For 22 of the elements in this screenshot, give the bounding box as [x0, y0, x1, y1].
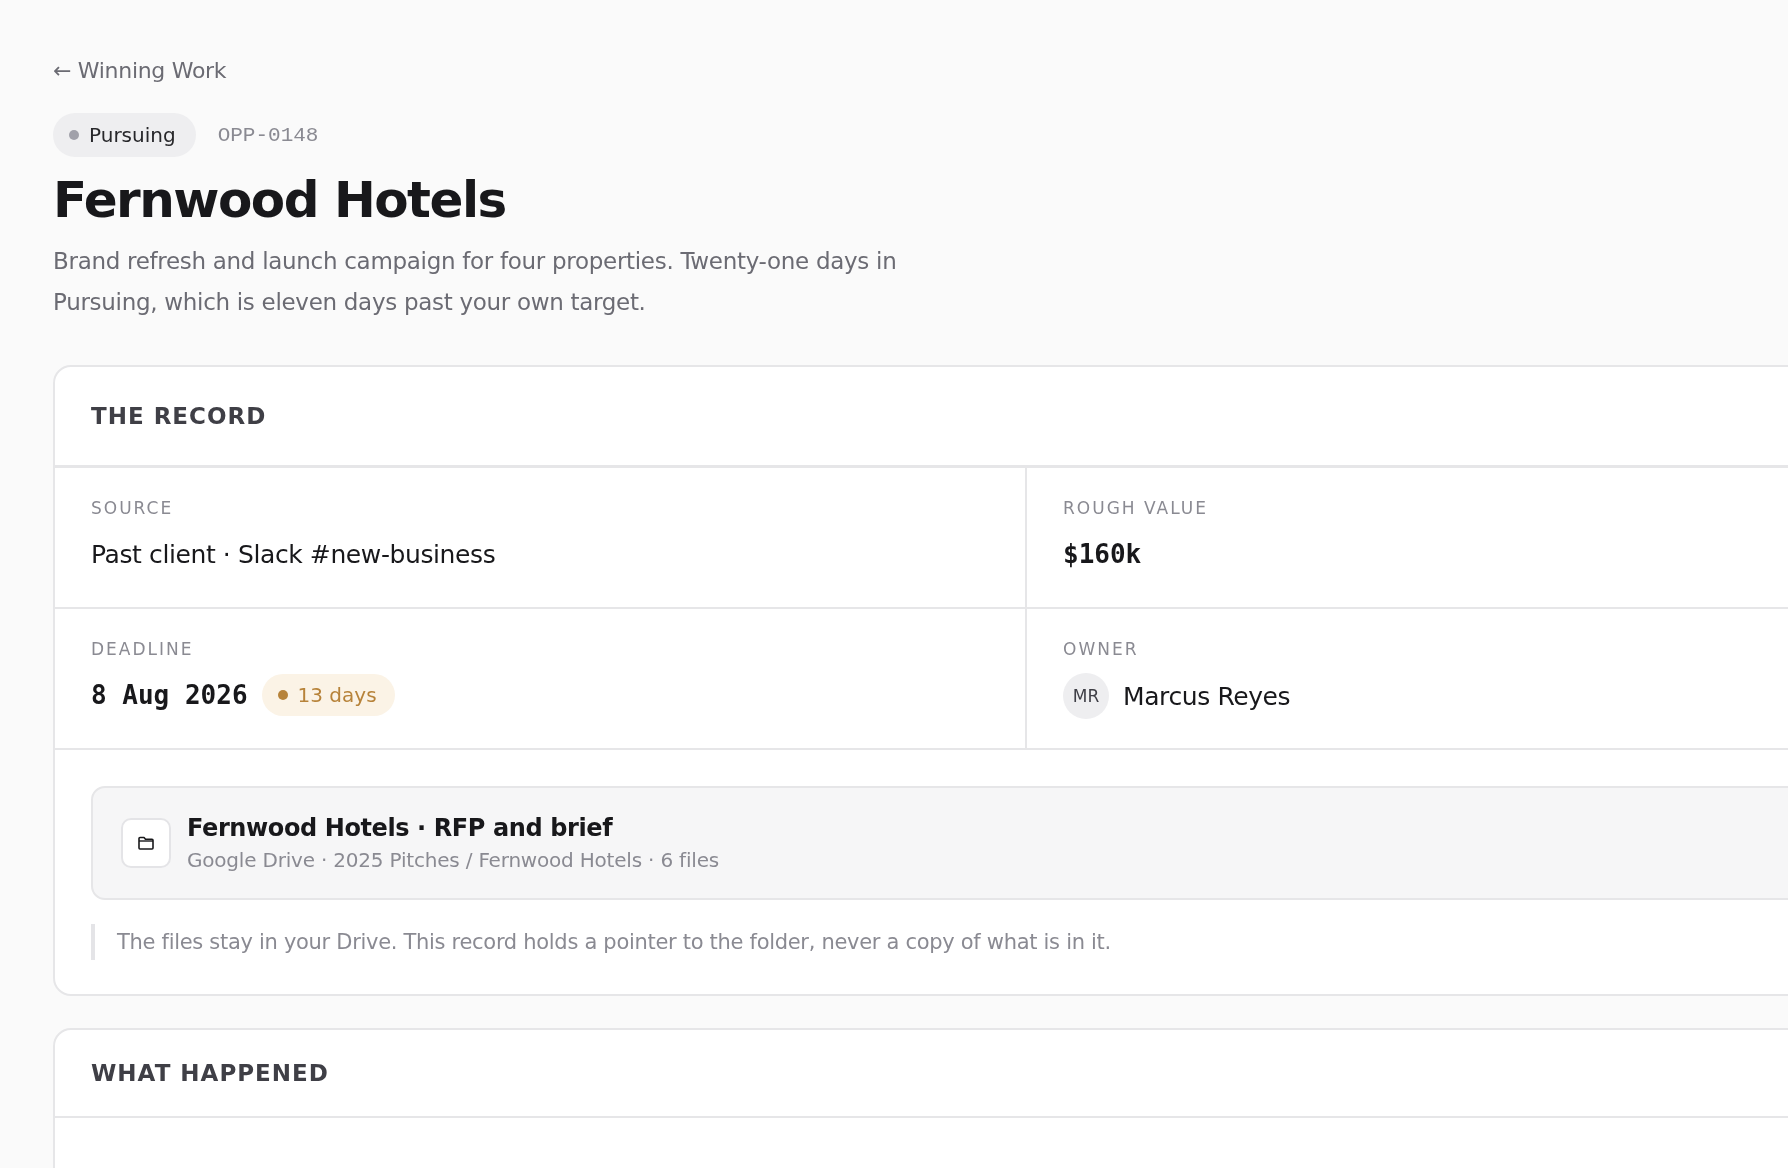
summary-text: Brand refresh and launch campaign for four properties. Twenty-one days in Pursuing, which is eleven days past your own target. [53, 247, 898, 317]
days-badge: 13 days [261, 674, 395, 716]
status-badge: Pursuing [53, 113, 196, 157]
avatar: MR [1063, 673, 1109, 719]
field-label: OWNER [1063, 639, 1140, 659]
folder-path: Google Drive · 2025 Pitches / Fernwood Hotels · 6 files [187, 848, 719, 872]
field-value: $160k [1063, 539, 1142, 569]
field-label: ROUGH VALUE [1063, 498, 1209, 518]
back-link[interactable]: ← Winning Work [53, 58, 227, 83]
field-value: Marcus Reyes [1123, 681, 1291, 711]
folder-link[interactable]: Fernwood Hotels · RFP and brief Google Drive · 2025 Pitches / Fernwood Hotels · 6 files [91, 786, 1788, 900]
field-label: SOURCE [91, 498, 175, 518]
folder-icon [121, 818, 171, 868]
field-label: DEADLINE [91, 639, 195, 659]
section-heading: THE RECORD [91, 403, 267, 429]
note-text: The files stay in your Drive. This record holds a pointer to the folder, never a copy of what is in it. [91, 924, 1788, 960]
page-title: Fernwood Hotels [53, 171, 507, 229]
section-heading: WHAT HAPPENED [91, 1060, 329, 1086]
record-id: OPP-0148 [217, 123, 319, 147]
field-value: Past client · Slack #new-business [91, 539, 496, 569]
folder-name: Fernwood Hotels · RFP and brief [187, 814, 614, 842]
field-value: 8 Aug 2026 [91, 680, 248, 710]
